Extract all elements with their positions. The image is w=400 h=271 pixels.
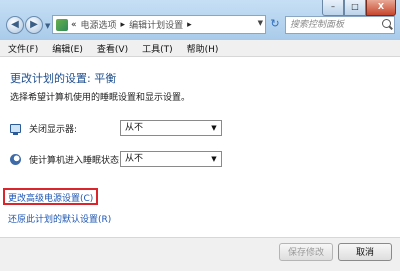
chevron-down-icon[interactable]: ▼ xyxy=(207,121,221,135)
sleep-row: 使计算机进入睡眠状态: xyxy=(10,150,122,168)
page-subtitle: 选择希望计算机使用的睡眠设置和显示设置。 xyxy=(10,93,191,103)
turn-off-display-row: 关闭显示器: xyxy=(10,119,77,137)
breadcrumb-power-options[interactable]: 电源选项 xyxy=(81,18,117,31)
sleep-moon-icon xyxy=(10,153,21,165)
breadcrumb-separator[interactable]: ▸ xyxy=(187,20,192,30)
restore-default-settings-link[interactable]: 还原此计划的默认设置(R) xyxy=(8,212,111,225)
menu-file[interactable]: 文件(F) xyxy=(0,42,44,55)
back-button[interactable]: ◀ xyxy=(6,16,24,34)
change-advanced-power-settings-link[interactable]: 更改高级电源设置(C) xyxy=(8,191,93,204)
cancel-button[interactable]: 取消 xyxy=(338,243,392,261)
sleep-select[interactable]: 从不 ▼ xyxy=(120,151,222,167)
minimize-button[interactable]: – xyxy=(322,0,344,16)
address-dropdown-icon[interactable]: ▼ xyxy=(258,19,263,27)
breadcrumb-edit-plan-settings[interactable]: 编辑计划设置 xyxy=(129,18,183,31)
forward-button[interactable]: ▶ xyxy=(25,16,43,34)
sleep-label: 使计算机进入睡眠状态: xyxy=(29,155,123,166)
search-icon[interactable] xyxy=(382,19,391,28)
turn-off-display-select[interactable]: 从不 ▼ xyxy=(120,120,222,136)
turn-off-display-label: 关闭显示器: xyxy=(29,124,78,135)
menu-tools[interactable]: 工具(T) xyxy=(134,42,179,55)
control-panel-icon xyxy=(56,18,68,31)
address-prefix: « xyxy=(71,19,77,30)
turn-off-display-value: 从不 xyxy=(125,123,144,133)
address-bar[interactable]: « 电源选项 ▸ 编辑计划设置 ▸ ▼ xyxy=(52,15,266,34)
chevron-down-icon[interactable]: ▼ xyxy=(207,152,221,166)
search-box[interactable] xyxy=(285,16,395,34)
save-changes-button[interactable]: 保存修改 xyxy=(279,243,333,261)
menu-view[interactable]: 查看(V) xyxy=(89,42,134,55)
breadcrumb-separator[interactable]: ▸ xyxy=(121,20,126,30)
menu-bar: 文件(F) 编辑(E) 查看(V) 工具(T) 帮助(H) xyxy=(0,40,400,57)
refresh-icon[interactable]: ↻ xyxy=(268,17,282,32)
search-input[interactable] xyxy=(286,17,382,33)
recent-pages-dropdown-icon[interactable]: ▼ xyxy=(45,22,50,30)
menu-edit[interactable]: 编辑(E) xyxy=(44,42,89,55)
close-button[interactable]: X xyxy=(366,0,396,16)
page-title: 更改计划的设置: 平衡 xyxy=(10,72,117,85)
sleep-value: 从不 xyxy=(125,154,144,164)
monitor-icon xyxy=(10,123,21,135)
maximize-button[interactable]: □ xyxy=(344,0,366,16)
menu-help[interactable]: 帮助(H) xyxy=(179,42,225,55)
